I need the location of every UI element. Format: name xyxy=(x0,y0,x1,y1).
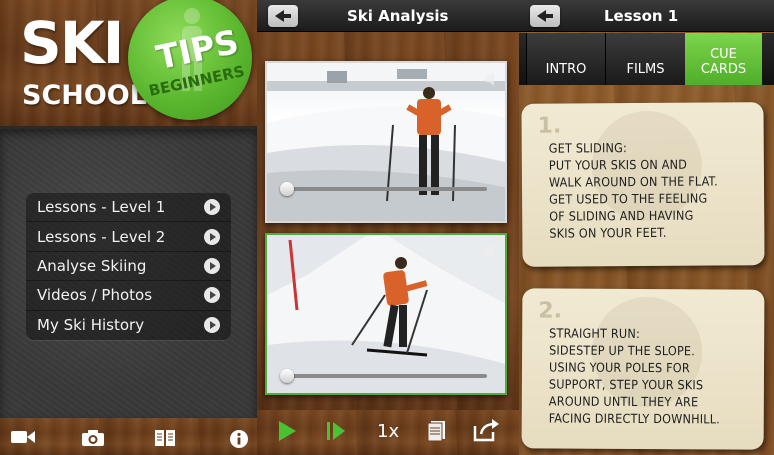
chevron-right-icon xyxy=(204,317,220,334)
tab-intro[interactable]: INTRO xyxy=(526,33,605,85)
speaker-icon[interactable] xyxy=(483,243,499,259)
cue-card-text: GET SLIDING: PUT YOUR SKIS ON AND WALK A… xyxy=(548,140,718,241)
back-button[interactable] xyxy=(268,5,298,27)
book-icon[interactable] xyxy=(154,428,176,448)
video-frame xyxy=(267,235,505,393)
skier-standing-image xyxy=(267,63,505,221)
video-player-bottom[interactable] xyxy=(265,233,507,395)
lesson-title: Lesson 1 xyxy=(604,7,679,25)
camera-icon[interactable] xyxy=(81,429,105,447)
notes-icon[interactable] xyxy=(427,420,447,442)
play-icon[interactable] xyxy=(277,420,297,442)
menu-item-analyse-skiing[interactable]: Analyse Skiing xyxy=(26,252,231,282)
main-menu: Lessons - Level 1 Lessons - Level 2 Anal… xyxy=(26,193,231,340)
speaker-icon[interactable] xyxy=(483,71,499,87)
right-header: Lesson 1 xyxy=(519,0,774,32)
left-toolbar xyxy=(0,418,257,455)
video-scrubber[interactable] xyxy=(285,374,487,378)
skier-run-image xyxy=(267,235,505,393)
share-icon[interactable] xyxy=(473,418,499,442)
cue-card: 2. STRAIGHT RUN: SIDESTEP UP THE SLOPE. … xyxy=(521,288,765,450)
menu-item-videos-photos[interactable]: Videos / Photos xyxy=(26,281,231,311)
chevron-right-icon xyxy=(204,257,220,274)
step-forward-icon[interactable] xyxy=(325,420,347,442)
menu-item-label: Lessons - Level 2 xyxy=(37,227,166,246)
menu-item-label: Videos / Photos xyxy=(37,286,153,305)
cue-card: 1. GET SLIDING: PUT YOUR SKIS ON AND WAL… xyxy=(521,102,765,267)
center-header: Ski Analysis xyxy=(257,0,519,32)
logo-ski-text: SKI xyxy=(20,9,124,77)
cue-card-number: 1. xyxy=(537,113,562,139)
video-player-top[interactable] xyxy=(265,61,507,223)
cue-card-text: STRAIGHT RUN: SIDESTEP UP THE SLOPE. USI… xyxy=(548,325,721,427)
speed-label[interactable]: 1x xyxy=(377,421,399,442)
logo-school-text: SCHOOL xyxy=(22,80,147,111)
menu-item-label: Analyse Skiing xyxy=(37,256,147,275)
playback-toolbar: 1x xyxy=(257,410,519,455)
tab-cue-cards[interactable]: CUE CARDS xyxy=(685,33,762,85)
tab-films[interactable]: FILMS xyxy=(605,33,685,85)
video-camera-icon[interactable] xyxy=(10,428,36,446)
video-frame xyxy=(267,63,505,221)
chevron-right-icon xyxy=(204,228,220,245)
left-panel: SKI SCHOOL TIPS BEGINNERS Lessons - Leve… xyxy=(0,0,257,455)
info-icon[interactable] xyxy=(229,429,249,449)
chevron-right-icon xyxy=(204,199,220,216)
scrubber-knob[interactable] xyxy=(280,182,294,196)
scrubber-knob[interactable] xyxy=(280,369,294,383)
page-title: Ski Analysis xyxy=(347,7,449,25)
menu-item-label: Lessons - Level 1 xyxy=(37,198,166,217)
chevron-right-icon xyxy=(204,287,220,304)
menu-item-my-ski-history[interactable]: My Ski History xyxy=(26,311,231,340)
menu-item-lessons-level-2[interactable]: Lessons - Level 2 xyxy=(26,222,231,252)
video-scrubber[interactable] xyxy=(285,187,487,191)
menu-item-label: My Ski History xyxy=(37,316,145,335)
cue-card-number: 2. xyxy=(538,298,563,324)
menu-item-lessons-level-1[interactable]: Lessons - Level 1 xyxy=(26,193,231,223)
back-button[interactable] xyxy=(530,5,560,27)
